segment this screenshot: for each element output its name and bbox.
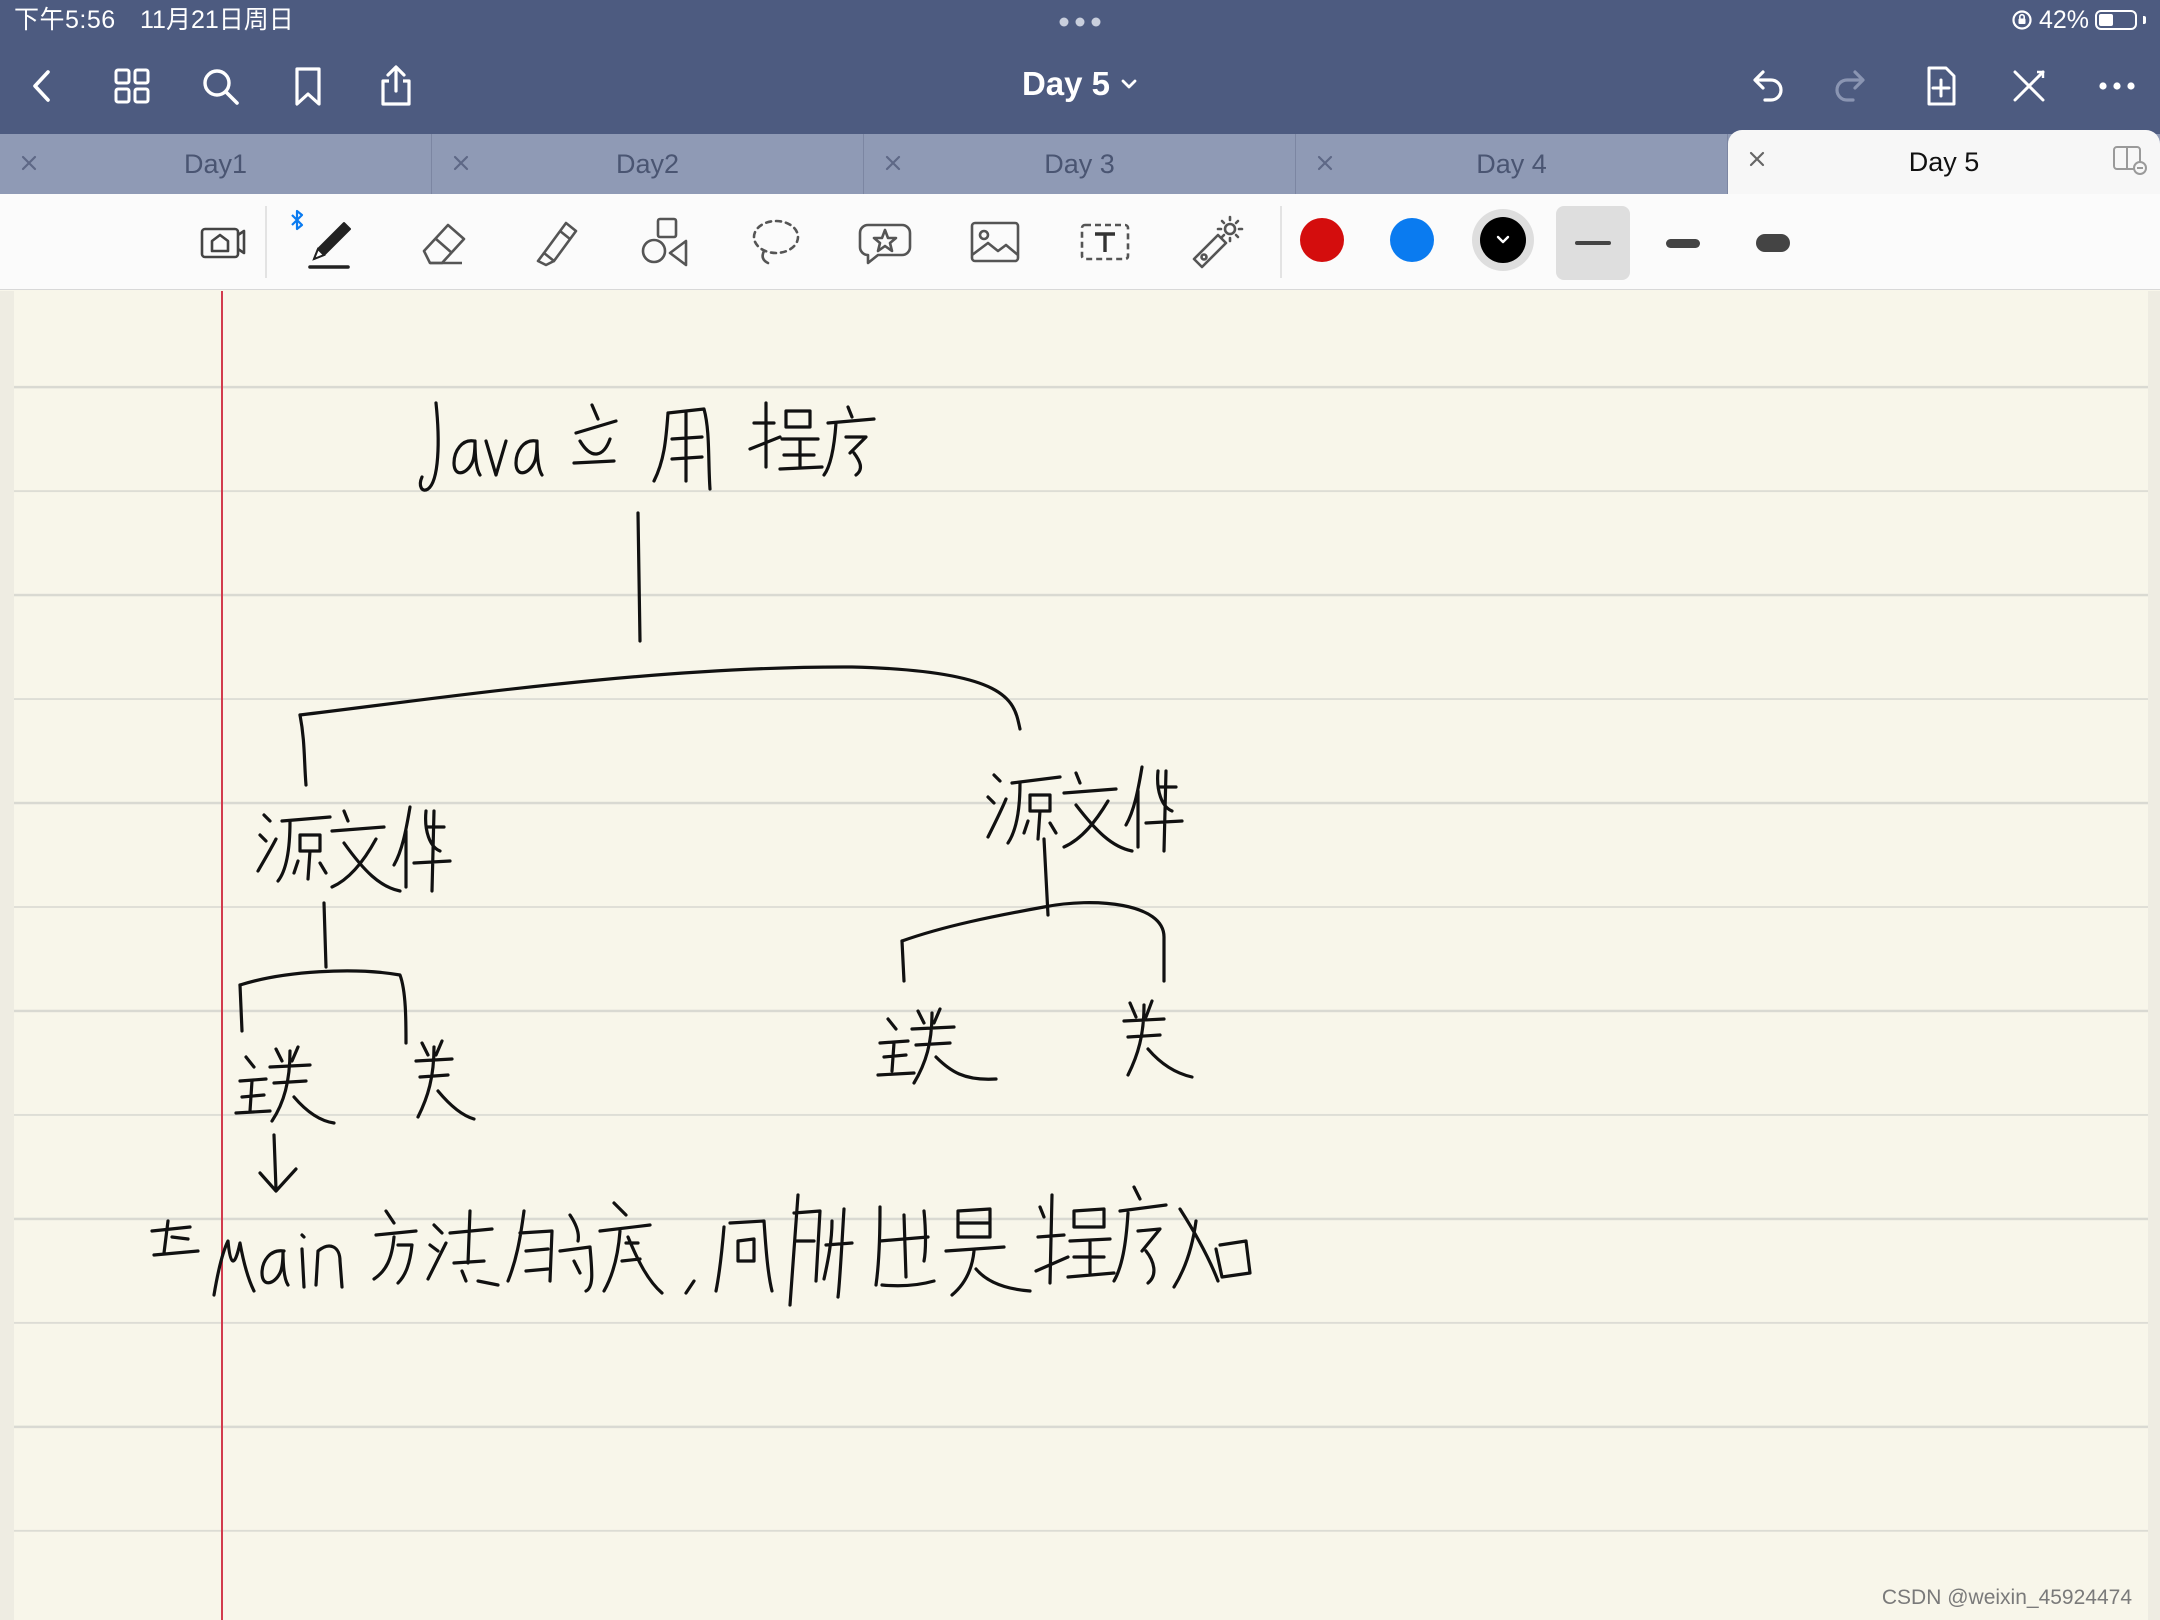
laser-pointer-icon	[1192, 215, 1244, 269]
text-box-icon	[1080, 223, 1130, 261]
chevron-down-icon	[1121, 79, 1137, 89]
search-button[interactable]	[192, 58, 248, 114]
page-right-edge	[2148, 291, 2160, 1620]
toolbar-divider	[265, 206, 267, 278]
bookmark-button[interactable]	[280, 58, 336, 114]
shapes-icon	[641, 217, 688, 267]
color-swatch-black[interactable]	[1472, 209, 1534, 271]
grid-icon	[114, 68, 150, 104]
more-dots-icon	[2099, 82, 2135, 90]
document-title: Day 5	[1021, 65, 1111, 102]
add-page-icon	[1927, 66, 1956, 106]
page-left-edge	[0, 291, 14, 1620]
thin-line-icon	[1575, 241, 1611, 245]
highlighter-icon	[536, 221, 578, 267]
share-button[interactable]	[368, 58, 424, 114]
lasso-icon	[752, 219, 800, 265]
highlighter-tool[interactable]	[520, 208, 590, 276]
handwritten-title-strokes	[418, 401, 876, 492]
notes-app: 下午5:56 11月21日周日 42% Day 5 Day1 Day2 Day …	[0, 0, 2160, 1620]
close-icon[interactable]	[882, 152, 904, 174]
close-icon[interactable]	[450, 152, 472, 174]
share-icon	[381, 65, 411, 106]
tab-day3[interactable]: Day 3	[864, 134, 1296, 194]
tab-label: Day2	[615, 148, 680, 179]
undo-icon	[1753, 70, 1783, 102]
more-button[interactable]	[2089, 58, 2145, 114]
battery-nub	[2143, 16, 2146, 24]
stroke-width-thin[interactable]	[1556, 206, 1630, 280]
add-page-button[interactable]	[1913, 58, 1969, 114]
elements-tool[interactable]	[850, 208, 920, 276]
back-button[interactable]	[14, 58, 70, 114]
chevron-down-icon	[1496, 235, 1510, 244]
handwritten-sentence-strokes	[150, 1185, 1252, 1307]
thumbnails-button[interactable]	[104, 58, 160, 114]
battery-icon	[2095, 10, 2137, 30]
bookmark-icon	[295, 67, 321, 106]
document-title-button[interactable]: Day 5	[980, 56, 1180, 112]
tab-day4[interactable]: Day 4	[1296, 134, 1728, 194]
pencil-cross-icon	[2013, 70, 2045, 102]
handwritten-right-node-strokes	[986, 765, 1184, 853]
sticker-star-icon	[858, 223, 912, 265]
close-icon[interactable]	[1746, 148, 1768, 170]
orientation-lock-icon	[2012, 10, 2032, 30]
medium-line-icon	[1666, 238, 1700, 248]
top-bar: 下午5:56 11月21日周日 42% Day 5	[0, 0, 2160, 134]
tab-label: Day 3	[1044, 148, 1115, 179]
split-view-icon[interactable]	[2112, 144, 2148, 176]
status-right: 42%	[2011, 4, 2146, 36]
tab-day5[interactable]: Day 5	[1728, 130, 2160, 194]
stroke-width-thick[interactable]	[1736, 206, 1810, 280]
pen-toggle-button[interactable]	[2001, 58, 2057, 114]
handwriting-canvas[interactable]	[14, 291, 2148, 1620]
eraser-tool[interactable]	[408, 208, 478, 276]
image-icon	[970, 221, 1020, 263]
selected-color-indicator	[1480, 217, 1526, 263]
stroke-width-medium[interactable]	[1646, 206, 1720, 280]
close-icon[interactable]	[18, 152, 40, 174]
shapes-tool[interactable]	[630, 208, 700, 276]
read-only-icon	[200, 227, 246, 259]
color-swatch-red[interactable]	[1300, 218, 1344, 262]
handwritten-left-leaf-strokes	[234, 1039, 476, 1125]
redo-icon	[1835, 70, 1865, 102]
thick-line-icon	[1756, 234, 1790, 252]
multitasking-dots-icon[interactable]	[1058, 14, 1102, 30]
status-date: 11月21日周日	[140, 6, 294, 34]
status-time: 下午5:56	[14, 6, 116, 34]
undo-button[interactable]	[1737, 58, 1793, 114]
ruled-notebook-page[interactable]: CSDN @weixin_45924474	[14, 291, 2148, 1620]
close-icon[interactable]	[1314, 152, 1336, 174]
pen-icon	[308, 222, 351, 269]
tab-label: Day 4	[1476, 148, 1547, 179]
drawing-toolbar	[0, 194, 2160, 290]
search-icon	[203, 69, 239, 105]
tab-day2[interactable]: Day2	[432, 134, 864, 194]
eraser-icon	[422, 223, 466, 265]
chevron-left-icon	[33, 70, 50, 102]
battery-percent: 42%	[2038, 5, 2089, 34]
handwritten-right-leaf-strokes	[876, 999, 1194, 1085]
document-tabs: Day1 Day2 Day 3 Day 4 Day 5	[0, 130, 2160, 194]
read-only-toggle[interactable]	[186, 208, 256, 276]
image-tool[interactable]	[960, 208, 1030, 276]
tab-label: Day1	[183, 148, 248, 179]
toolbar-divider	[1280, 206, 1282, 278]
handwritten-left-node-strokes	[256, 805, 452, 893]
pen-tool[interactable]	[296, 208, 366, 276]
tab-day1[interactable]: Day1	[0, 134, 432, 194]
text-tool[interactable]	[1070, 208, 1140, 276]
watermark: CSDN @weixin_45924474	[1881, 1586, 2132, 1609]
redo-button[interactable]	[1825, 58, 1881, 114]
color-swatch-blue[interactable]	[1390, 218, 1434, 262]
lasso-tool[interactable]	[740, 208, 810, 276]
tab-label: Day 5	[1908, 146, 1980, 177]
tree-connector-strokes	[238, 511, 1166, 1193]
laser-pointer-tool[interactable]	[1180, 208, 1250, 276]
